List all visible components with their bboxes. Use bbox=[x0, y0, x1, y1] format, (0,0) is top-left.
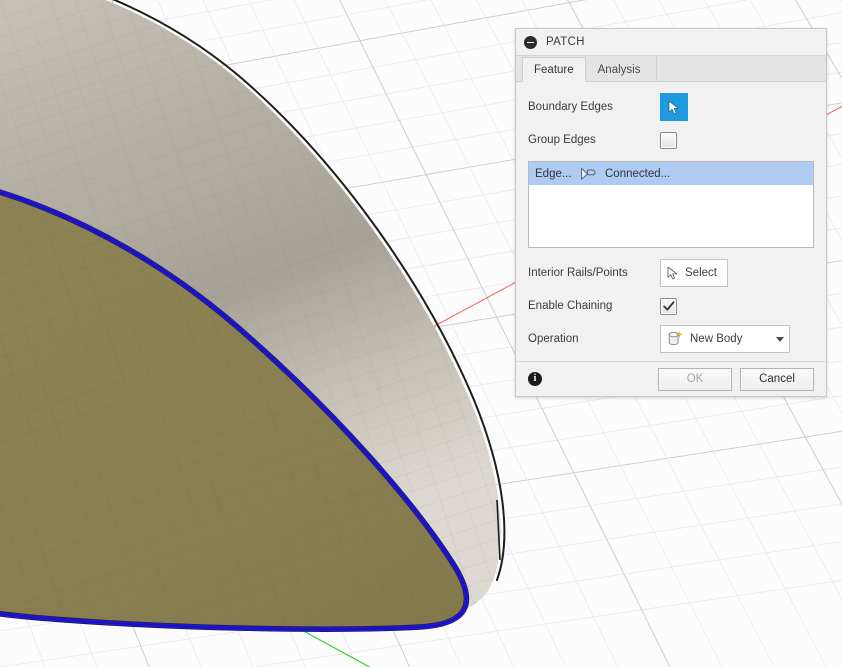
minus-circle-icon[interactable] bbox=[524, 35, 537, 49]
chain-edge-icon bbox=[579, 167, 596, 181]
row-operation: Operation New Body bbox=[528, 324, 814, 354]
tab-divider bbox=[656, 56, 658, 81]
row-interior-rails: Interior Rails/Points Select bbox=[528, 258, 814, 288]
operation-value: New Body bbox=[690, 333, 743, 345]
row-enable-chaining: Enable Chaining bbox=[528, 291, 814, 321]
row-boundary-edges: Boundary Edges bbox=[528, 92, 814, 122]
interior-rails-control: Select bbox=[660, 259, 814, 287]
list-item-entity: Edge... bbox=[535, 167, 572, 180]
dialog-tab-bar[interactable]: Feature Analysis bbox=[516, 56, 826, 82]
list-item-mode: Connected... bbox=[605, 167, 671, 180]
dialog-body: Boundary Edges Group Edges Edge... Conne… bbox=[516, 82, 826, 361]
operation-label: Operation bbox=[528, 333, 579, 345]
patch-dialog[interactable]: PATCH Feature Analysis Boundary Edges Gr… bbox=[515, 28, 827, 397]
list-item[interactable]: Edge... Connected... bbox=[529, 162, 813, 185]
enable-chaining-control bbox=[660, 297, 814, 315]
dialog-footer: i OK Cancel bbox=[516, 361, 826, 396]
new-body-icon bbox=[666, 330, 684, 348]
interior-rails-label: Interior Rails/Points bbox=[528, 267, 628, 279]
enable-chaining-checkbox[interactable] bbox=[660, 297, 677, 315]
group-edges-label: Group Edges bbox=[528, 134, 596, 146]
application-window: PATCH Feature Analysis Boundary Edges Gr… bbox=[0, 0, 842, 667]
tab-feature[interactable]: Feature bbox=[522, 57, 586, 82]
cursor-arrow-icon bbox=[667, 266, 679, 280]
chevron-down-icon[interactable] bbox=[776, 336, 784, 342]
dialog-title: PATCH bbox=[546, 36, 585, 48]
interior-rails-select-button[interactable]: Select bbox=[660, 259, 728, 287]
group-edges-checkbox[interactable] bbox=[660, 131, 677, 149]
cursor-arrow-icon bbox=[668, 100, 679, 114]
dialog-titlebar[interactable]: PATCH bbox=[516, 29, 826, 56]
boundary-edges-label: Boundary Edges bbox=[528, 101, 614, 113]
row-group-edges: Group Edges bbox=[528, 125, 814, 155]
group-edges-control bbox=[660, 131, 814, 149]
boundary-edges-control bbox=[660, 93, 814, 121]
operation-control: New Body bbox=[660, 325, 814, 353]
check-icon bbox=[662, 300, 674, 311]
enable-chaining-label: Enable Chaining bbox=[528, 300, 613, 312]
tab-analysis[interactable]: Analysis bbox=[586, 57, 653, 82]
selection-listbox[interactable]: Edge... Connected... bbox=[528, 161, 814, 248]
interior-rails-button-label: Select bbox=[685, 267, 717, 279]
info-icon[interactable]: i bbox=[528, 372, 542, 386]
cancel-button[interactable]: Cancel bbox=[740, 367, 814, 391]
ok-button[interactable]: OK bbox=[658, 367, 732, 391]
boundary-edges-select-button[interactable] bbox=[660, 93, 688, 121]
operation-dropdown[interactable]: New Body bbox=[660, 325, 790, 353]
